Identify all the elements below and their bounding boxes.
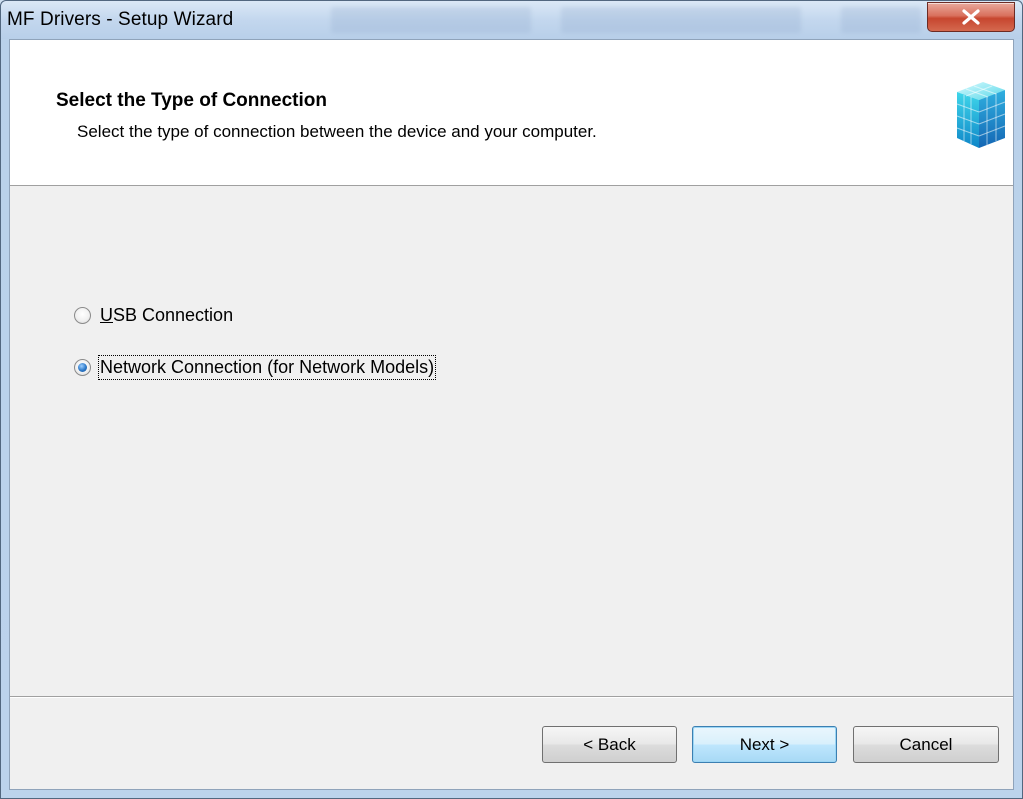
network-connection-option[interactable]: Network Connection (for Network Models) bbox=[74, 352, 437, 382]
footer-divider bbox=[10, 696, 1013, 698]
network-connection-radio[interactable] bbox=[74, 358, 91, 376]
cancel-button[interactable]: Cancel bbox=[853, 726, 999, 763]
back-button[interactable]: < Back bbox=[542, 726, 677, 763]
wizard-body: Select the Type of Connection Select the… bbox=[9, 39, 1014, 790]
background-glass-blur bbox=[331, 7, 531, 33]
background-glass-blur bbox=[841, 7, 921, 33]
next-button[interactable]: Next > bbox=[692, 726, 837, 763]
usb-connection-radio[interactable] bbox=[74, 306, 91, 324]
usb-mnemonic: U bbox=[100, 304, 113, 325]
window-title: MF Drivers - Setup Wizard bbox=[7, 9, 234, 30]
usb-connection-option[interactable]: USB Connection bbox=[74, 300, 434, 330]
usb-connection-label: USB Connection bbox=[100, 305, 233, 326]
page-title: Select the Type of Connection bbox=[56, 90, 327, 111]
setup-wizard-window: MF Drivers - Setup Wizard Select the Typ… bbox=[0, 0, 1023, 799]
close-icon bbox=[962, 9, 980, 25]
close-button[interactable] bbox=[927, 2, 1015, 32]
background-glass-blur bbox=[561, 7, 801, 33]
wizard-header: Select the Type of Connection Select the… bbox=[10, 40, 1013, 186]
page-subtitle: Select the type of connection between th… bbox=[77, 122, 597, 141]
title-bar[interactable]: MF Drivers - Setup Wizard bbox=[1, 1, 1022, 39]
usb-label-rest: SB Connection bbox=[113, 304, 234, 325]
network-connection-label: Network Connection (for Network Models) bbox=[97, 354, 437, 380]
connection-type-options: USB Connection Network Connection (for N… bbox=[74, 300, 437, 404]
package-cube-icon bbox=[956, 82, 1006, 148]
